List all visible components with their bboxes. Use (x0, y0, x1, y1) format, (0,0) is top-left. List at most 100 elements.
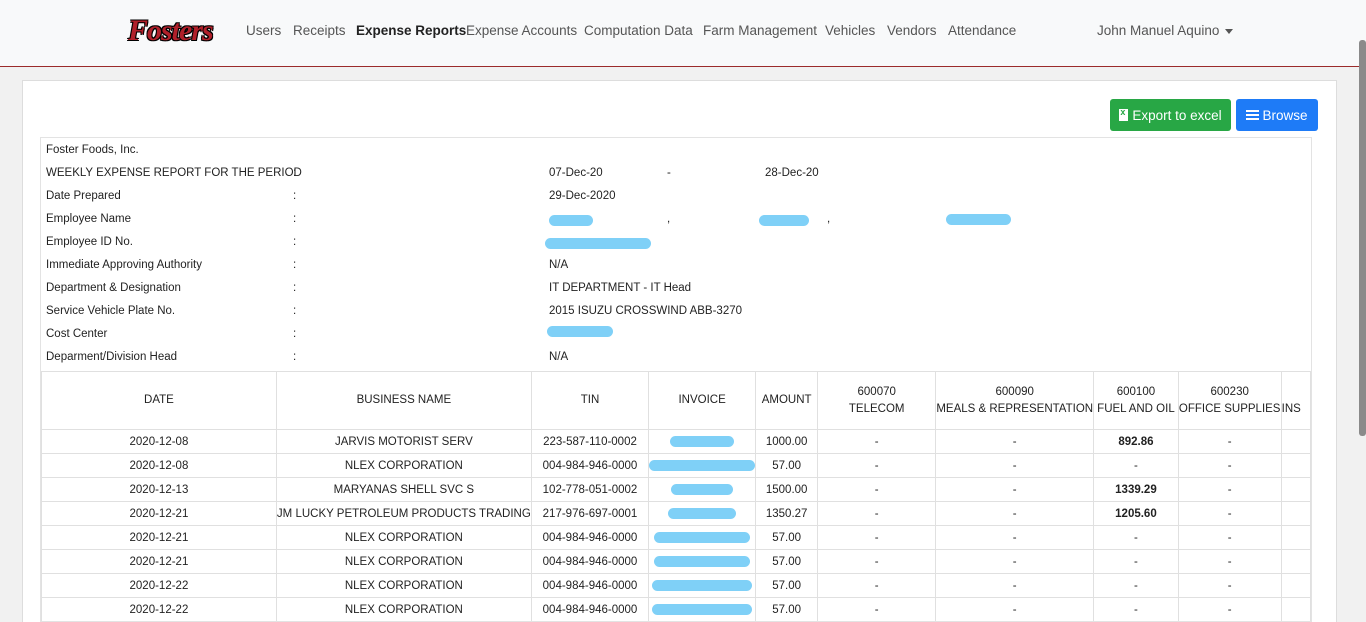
redacted-invoice (654, 556, 751, 567)
redacted-last-name (549, 215, 593, 226)
table-row: 2020-12-22 NLEX CORPORATION 004-984-946-00… (41, 573, 1311, 598)
table-row: 2020-12-21 JM LUCKY PETROLEUM PRODUCTS TR… (41, 501, 1311, 526)
table-row: 2020-12-13 MARYANAS SHELL SVC S 102-778-05… (41, 477, 1311, 502)
cell-amount: 1350.27 (755, 501, 819, 526)
redacted-invoice (649, 460, 755, 471)
cell-ins (1280, 549, 1311, 574)
logo-text: Fosters (128, 14, 214, 47)
cell-telecom: - (817, 597, 937, 621)
cell-fuel: - (1093, 525, 1179, 550)
cell-telecom: - (817, 453, 937, 478)
col-header: INVOICE (648, 371, 757, 430)
nav-receipts[interactable]: Receipts (293, 23, 346, 38)
page-scrollbar[interactable] (1359, 40, 1366, 436)
cell-business: NLEX CORPORATION (275, 525, 532, 550)
date-prepared-value: 29-Dec-2020 (549, 190, 616, 202)
cell-meals: - (935, 573, 1095, 598)
nav-computation-data[interactable]: Computation Data (584, 23, 693, 38)
vehicle-colon: : (293, 305, 297, 317)
period-start: 07-Dec-20 (549, 167, 603, 179)
approver-label: Immediate Approving Authority (46, 259, 202, 271)
nav-vehicles[interactable]: Vehicles (825, 23, 875, 38)
cell-date: 2020-12-08 (41, 429, 277, 454)
cell-business: NLEX CORPORATION (275, 453, 532, 478)
cell-telecom: - (817, 549, 937, 574)
cell-business: MARYANAS SHELL SVC S (275, 477, 532, 502)
nav-farm-management[interactable]: Farm Management (703, 23, 817, 38)
top-navbar: Fosters Users Receipts Expense Reports E… (0, 0, 1366, 67)
department-label: Department & Designation (46, 282, 181, 294)
cell-tin: 217-976-697-0001 (530, 501, 650, 526)
cell-tin: 223-587-110-0002 (530, 429, 650, 454)
col-header-name: MEALS & REPRESENTATION (936, 402, 1094, 415)
cell-ins (1280, 573, 1311, 598)
redacted-employee-id (545, 238, 651, 249)
cell-ins (1280, 597, 1311, 621)
col-header-name: FUEL AND OIL (1097, 402, 1175, 415)
nav-vendors[interactable]: Vendors (887, 23, 937, 38)
cell-amount: 57.00 (755, 573, 819, 598)
employee-id-label: Employee ID No. (46, 236, 133, 248)
employee-name-label: Employee Name (46, 213, 132, 225)
col-header: INS (1280, 371, 1311, 430)
fosters-logo[interactable]: Fosters (124, 8, 224, 56)
period-label: WEEKLY EXPENSE REPORT FOR THE PERIOD (46, 167, 302, 179)
cell-date: 2020-12-22 (41, 597, 277, 621)
cell-business: NLEX CORPORATION (275, 573, 532, 598)
division-head-colon: : (293, 351, 297, 363)
cell-office: - (1177, 429, 1282, 454)
list-icon (1246, 110, 1260, 120)
nav-attendance[interactable]: Attendance (948, 23, 1016, 38)
col-header-code: 600100 (1116, 385, 1156, 398)
cell-meals: - (935, 525, 1095, 550)
user-menu-dropdown[interactable]: John Manuel Aquino (1097, 23, 1234, 38)
col-header-name: TELECOM (848, 402, 905, 415)
cell-meals: - (935, 453, 1095, 478)
cell-amount: 57.00 (755, 597, 819, 621)
redacted-invoice (671, 484, 734, 495)
date-prepared-label: Date Prepared (46, 190, 121, 202)
cell-invoice (648, 525, 757, 550)
nav-expense-accounts[interactable]: Expense Accounts (466, 23, 577, 38)
col-header-name: INVOICE (678, 394, 726, 406)
table-row: 2020-12-22 NLEX CORPORATION 004-984-946-00… (41, 597, 1311, 621)
cell-office: - (1177, 549, 1282, 574)
vehicle-value: 2015 ISUZU CROSSWIND ABB-3270 (549, 305, 743, 317)
cell-date: 2020-12-21 (41, 501, 277, 526)
cell-date: 2020-12-08 (41, 453, 277, 478)
cell-fuel: - (1093, 573, 1179, 598)
export-label: Export to excel (1132, 107, 1222, 123)
col-header: AMOUNT (755, 371, 819, 430)
cost-center-colon: : (293, 328, 297, 340)
cell-invoice (648, 453, 757, 478)
cell-business: NLEX CORPORATION (275, 549, 532, 574)
nav-users[interactable]: Users (246, 23, 281, 38)
cell-amount: 57.00 (755, 525, 819, 550)
department-colon: : (293, 282, 297, 294)
approver-colon: : (293, 259, 297, 271)
cell-telecom: - (817, 501, 937, 526)
col-header: 600070 TELECOM (817, 371, 937, 430)
cell-office: - (1177, 501, 1282, 526)
table-row: 2020-12-08 JARVIS MOTORIST SERV 223-587-11… (41, 429, 1311, 454)
nav-expense-reports[interactable]: Expense Reports (356, 23, 466, 38)
browse-button[interactable]: Browse (1236, 99, 1318, 131)
col-header-code: 600090 (995, 385, 1034, 398)
table-row: 2020-12-08 NLEX CORPORATION 004-984-946-00… (41, 453, 1311, 478)
redacted-middle-name (946, 214, 1011, 225)
col-header: DATE (41, 371, 277, 430)
col-header: BUSINESS NAME (275, 371, 532, 430)
col-header-code: 600230 (1210, 385, 1249, 398)
cell-tin: 004-984-946-0000 (530, 453, 650, 478)
cell-office: - (1177, 597, 1282, 621)
export-excel-button[interactable]: Export to excel (1110, 99, 1231, 131)
cell-tin: 004-984-946-0000 (530, 525, 650, 550)
cell-amount: 57.00 (755, 549, 819, 574)
redacted-invoice (670, 436, 735, 447)
expense-report: Foster Foods, Inc. WEEKLY EXPENSE REPORT… (40, 137, 1312, 622)
table-row: 2020-12-21 NLEX CORPORATION 004-984-946-00… (41, 525, 1311, 550)
cell-tin: 004-984-946-0000 (530, 573, 650, 598)
redacted-cost-center (547, 326, 613, 337)
period-dash: - (667, 167, 671, 179)
cell-fuel: - (1093, 549, 1179, 574)
